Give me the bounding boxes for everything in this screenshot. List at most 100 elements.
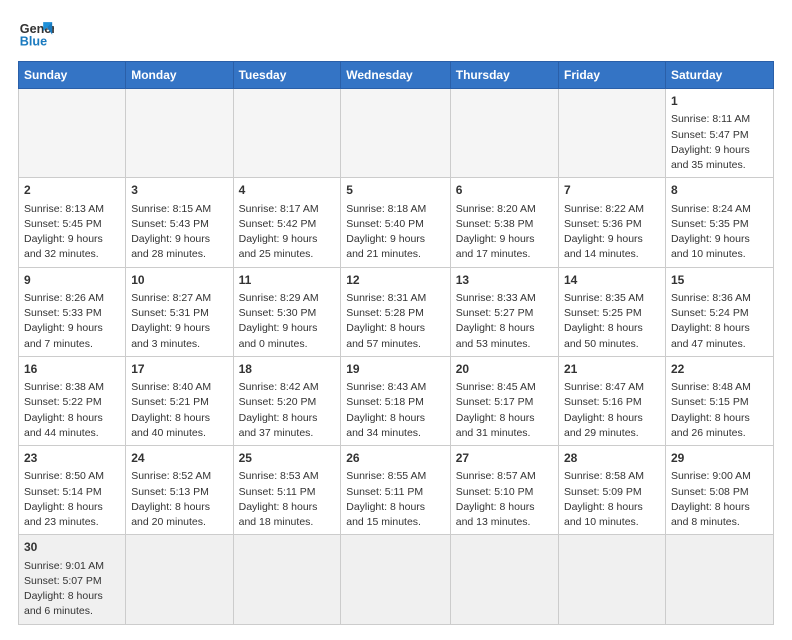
day-number: 3 <box>131 182 227 199</box>
day-of-week-header: Thursday <box>450 62 558 89</box>
day-number: 16 <box>24 361 120 378</box>
day-number: 11 <box>239 272 336 289</box>
day-number: 15 <box>671 272 768 289</box>
calendar-cell: 24 Sunrise: 8:52 AM Sunset: 5:13 PM Dayli… <box>126 446 233 535</box>
calendar-cell: 28 Sunrise: 8:58 AM Sunset: 5:09 PM Dayli… <box>558 446 665 535</box>
day-number: 8 <box>671 182 768 199</box>
day-of-week-header: Wednesday <box>341 62 450 89</box>
calendar-cell <box>126 89 233 178</box>
day-info: Sunrise: 8:50 AM Sunset: 5:14 PM Dayligh… <box>24 470 104 528</box>
calendar-cell: 7 Sunrise: 8:22 AM Sunset: 5:36 PM Daylig… <box>558 178 665 267</box>
day-info: Sunrise: 8:52 AM Sunset: 5:13 PM Dayligh… <box>131 470 211 528</box>
calendar-cell: 4 Sunrise: 8:17 AM Sunset: 5:42 PM Daylig… <box>233 178 341 267</box>
calendar-table: SundayMondayTuesdayWednesdayThursdayFrid… <box>18 61 774 625</box>
day-number: 4 <box>239 182 336 199</box>
day-number: 22 <box>671 361 768 378</box>
calendar-cell <box>558 535 665 624</box>
calendar-cell: 1 Sunrise: 8:11 AM Sunset: 5:47 PM Daylig… <box>665 89 773 178</box>
day-number: 19 <box>346 361 444 378</box>
day-info: Sunrise: 8:27 AM Sunset: 5:31 PM Dayligh… <box>131 292 211 350</box>
day-number: 25 <box>239 450 336 467</box>
calendar-cell: 13 Sunrise: 8:33 AM Sunset: 5:27 PM Dayli… <box>450 267 558 356</box>
calendar-cell <box>233 89 341 178</box>
logo: General Blue <box>18 15 54 51</box>
day-number: 10 <box>131 272 227 289</box>
calendar-cell: 11 Sunrise: 8:29 AM Sunset: 5:30 PM Dayli… <box>233 267 341 356</box>
calendar-cell: 14Sunrise: 8:35 AM Sunset: 5:25 PM Dayli… <box>558 267 665 356</box>
day-info: Sunrise: 8:18 AM Sunset: 5:40 PM Dayligh… <box>346 203 426 261</box>
calendar-cell: 17 Sunrise: 8:40 AM Sunset: 5:21 PM Dayli… <box>126 356 233 445</box>
day-of-week-header: Saturday <box>665 62 773 89</box>
calendar-cell: 10 Sunrise: 8:27 AM Sunset: 5:31 PM Dayli… <box>126 267 233 356</box>
calendar-cell <box>126 535 233 624</box>
day-info: Sunrise: 8:26 AM Sunset: 5:33 PM Dayligh… <box>24 292 104 350</box>
day-info: Sunrise: 8:22 AM Sunset: 5:36 PM Dayligh… <box>564 203 644 261</box>
day-info: Sunrise: 8:58 AM Sunset: 5:09 PM Dayligh… <box>564 470 644 528</box>
calendar-cell <box>450 535 558 624</box>
day-number: 23 <box>24 450 120 467</box>
day-info: Sunrise: 8:36 AM Sunset: 5:24 PM Dayligh… <box>671 292 751 350</box>
calendar-cell <box>233 535 341 624</box>
calendar-cell <box>341 535 450 624</box>
day-info: Sunrise: 9:01 AM Sunset: 5:07 PM Dayligh… <box>24 560 104 618</box>
day-number: 17 <box>131 361 227 378</box>
day-info: Sunrise: 8:40 AM Sunset: 5:21 PM Dayligh… <box>131 381 211 439</box>
day-number: 26 <box>346 450 444 467</box>
day-of-week-header: Monday <box>126 62 233 89</box>
day-info: Sunrise: 8:17 AM Sunset: 5:42 PM Dayligh… <box>239 203 319 261</box>
calendar-cell: 21 Sunrise: 8:47 AM Sunset: 5:16 PM Dayli… <box>558 356 665 445</box>
day-number: 30 <box>24 539 120 556</box>
calendar-cell: 9 Sunrise: 8:26 AM Sunset: 5:33 PM Daylig… <box>19 267 126 356</box>
day-info: Sunrise: 8:45 AM Sunset: 5:17 PM Dayligh… <box>456 381 536 439</box>
day-number: 27 <box>456 450 553 467</box>
day-of-week-header: Tuesday <box>233 62 341 89</box>
calendar-cell: 25 Sunrise: 8:53 AM Sunset: 5:11 PM Dayli… <box>233 446 341 535</box>
day-info: Sunrise: 8:11 AM Sunset: 5:47 PM Dayligh… <box>671 113 750 171</box>
calendar-cell: 2 Sunrise: 8:13 AM Sunset: 5:45 PM Daylig… <box>19 178 126 267</box>
calendar-cell <box>450 89 558 178</box>
day-of-week-header: Sunday <box>19 62 126 89</box>
day-info: Sunrise: 8:31 AM Sunset: 5:28 PM Dayligh… <box>346 292 426 350</box>
calendar-cell: 26Sunrise: 8:55 AM Sunset: 5:11 PM Dayli… <box>341 446 450 535</box>
day-info: Sunrise: 8:53 AM Sunset: 5:11 PM Dayligh… <box>239 470 319 528</box>
day-info: Sunrise: 8:33 AM Sunset: 5:27 PM Dayligh… <box>456 292 536 350</box>
day-number: 7 <box>564 182 660 199</box>
day-info: Sunrise: 8:29 AM Sunset: 5:30 PM Dayligh… <box>239 292 319 350</box>
day-number: 20 <box>456 361 553 378</box>
day-number: 28 <box>564 450 660 467</box>
day-number: 5 <box>346 182 444 199</box>
day-number: 12 <box>346 272 444 289</box>
day-info: Sunrise: 8:43 AM Sunset: 5:18 PM Dayligh… <box>346 381 426 439</box>
day-number: 13 <box>456 272 553 289</box>
day-info: Sunrise: 8:42 AM Sunset: 5:20 PM Dayligh… <box>239 381 319 439</box>
day-number: 2 <box>24 182 120 199</box>
day-number: 24 <box>131 450 227 467</box>
calendar-cell: 19 Sunrise: 8:43 AM Sunset: 5:18 PM Dayli… <box>341 356 450 445</box>
calendar-cell: 29 Sunrise: 9:00 AM Sunset: 5:08 PM Dayli… <box>665 446 773 535</box>
day-info: Sunrise: 8:48 AM Sunset: 5:15 PM Dayligh… <box>671 381 751 439</box>
calendar-cell <box>19 89 126 178</box>
day-info: Sunrise: 8:57 AM Sunset: 5:10 PM Dayligh… <box>456 470 536 528</box>
calendar-cell: 18Sunrise: 8:42 AM Sunset: 5:20 PM Dayli… <box>233 356 341 445</box>
day-of-week-header: Friday <box>558 62 665 89</box>
day-number: 9 <box>24 272 120 289</box>
calendar-cell: 12 Sunrise: 8:31 AM Sunset: 5:28 PM Dayli… <box>341 267 450 356</box>
calendar-cell: 8 Sunrise: 8:24 AM Sunset: 5:35 PM Daylig… <box>665 178 773 267</box>
day-number: 29 <box>671 450 768 467</box>
calendar-cell: 15 Sunrise: 8:36 AM Sunset: 5:24 PM Dayli… <box>665 267 773 356</box>
calendar-cell: 6Sunrise: 8:20 AM Sunset: 5:38 PM Daylig… <box>450 178 558 267</box>
day-info: Sunrise: 8:47 AM Sunset: 5:16 PM Dayligh… <box>564 381 644 439</box>
day-info: Sunrise: 9:00 AM Sunset: 5:08 PM Dayligh… <box>671 470 751 528</box>
calendar-cell <box>558 89 665 178</box>
day-info: Sunrise: 8:13 AM Sunset: 5:45 PM Dayligh… <box>24 203 104 261</box>
day-number: 6 <box>456 182 553 199</box>
calendar-cell: 20 Sunrise: 8:45 AM Sunset: 5:17 PM Dayli… <box>450 356 558 445</box>
day-number: 14 <box>564 272 660 289</box>
calendar-cell: 30 Sunrise: 9:01 AM Sunset: 5:07 PM Dayli… <box>19 535 126 624</box>
page: General Blue SundayMondayTuesdayWednesda… <box>0 0 792 640</box>
day-info: Sunrise: 8:24 AM Sunset: 5:35 PM Dayligh… <box>671 203 751 261</box>
calendar-cell <box>341 89 450 178</box>
logo-icon: General Blue <box>18 15 54 51</box>
day-number: 1 <box>671 93 768 110</box>
day-number: 21 <box>564 361 660 378</box>
